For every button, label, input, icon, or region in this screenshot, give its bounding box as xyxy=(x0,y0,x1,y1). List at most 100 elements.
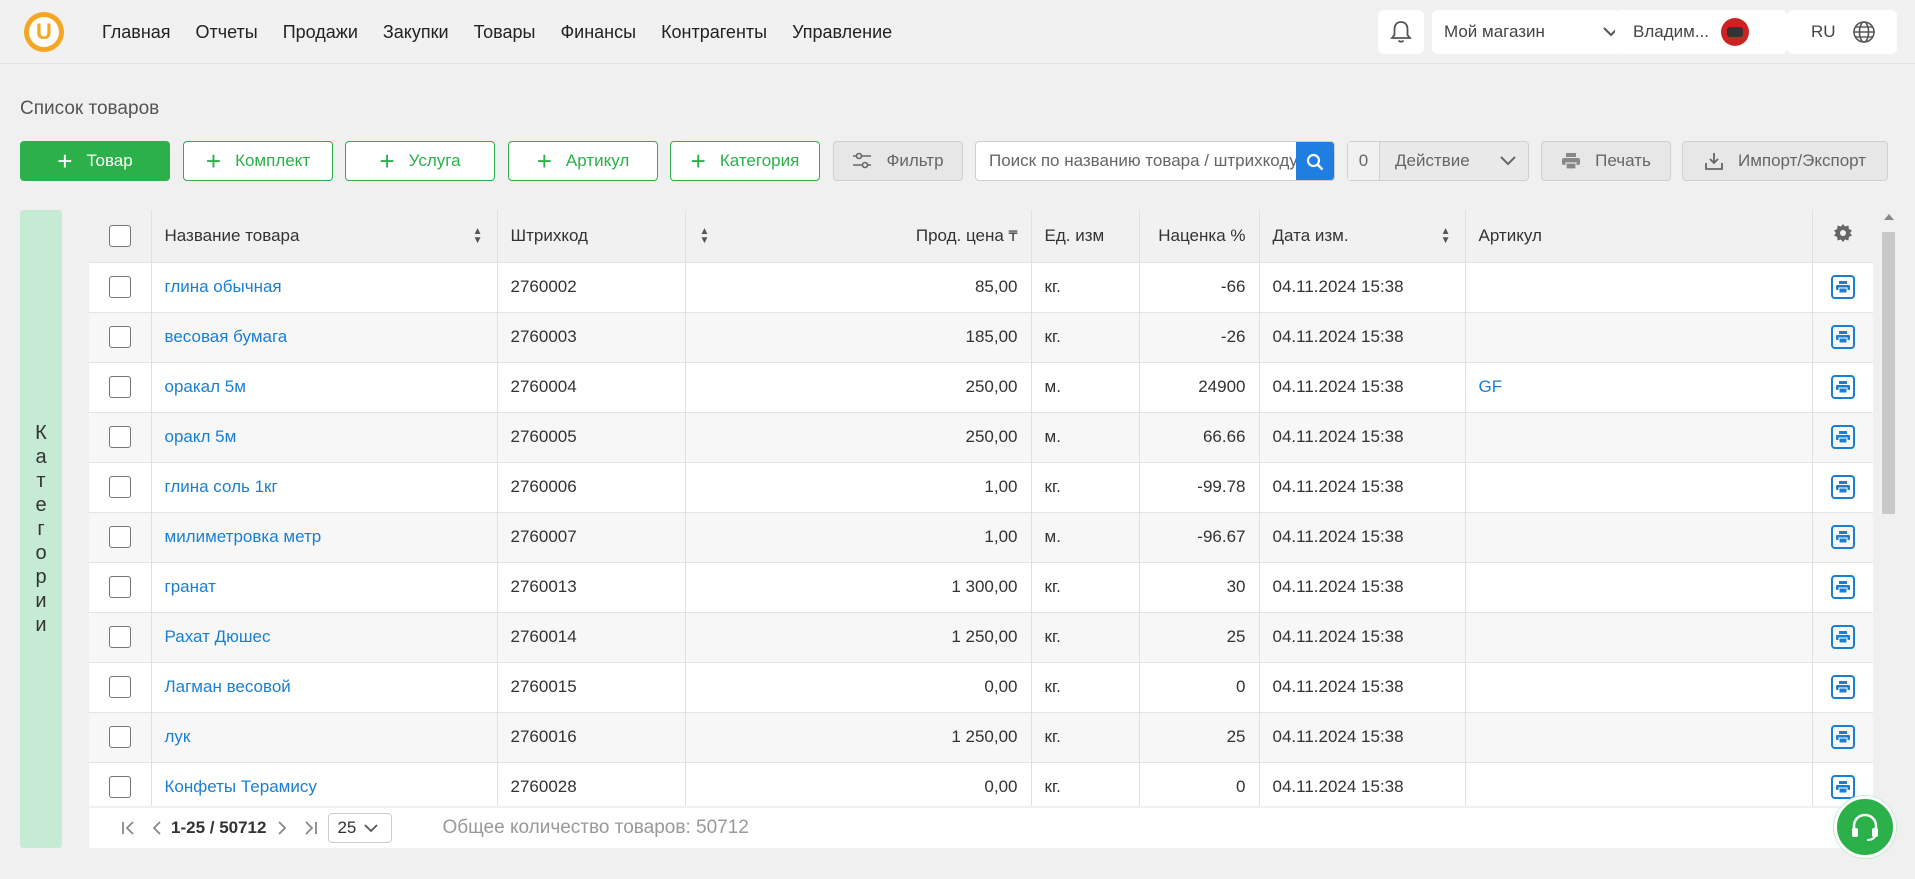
first-page-icon[interactable] xyxy=(121,820,137,836)
col-header-price[interactable]: ▲ ▼ Прод. цена ₸ xyxy=(685,210,1032,262)
row-checkbox[interactable] xyxy=(108,376,131,398)
barcode-cell: 2760004 xyxy=(497,362,686,412)
print-label-icon[interactable] xyxy=(1830,725,1855,749)
add-kit-button[interactable]: + Комплект xyxy=(183,141,333,181)
product-name-link[interactable]: глина обычная xyxy=(165,277,282,296)
download-icon xyxy=(1705,153,1723,170)
support-chat-button[interactable] xyxy=(1834,796,1896,858)
scrollbar-thumb[interactable] xyxy=(1882,232,1895,514)
sort-icon: ▲ ▼ xyxy=(472,225,483,246)
col-header-name[interactable]: Название товара ▲ ▼ xyxy=(151,210,498,262)
print-cell xyxy=(1812,462,1873,512)
scroll-up-arrow-icon[interactable] xyxy=(1884,214,1894,220)
print-label-icon[interactable] xyxy=(1830,625,1855,649)
category-label-char: и xyxy=(35,590,47,612)
search-button[interactable] xyxy=(1296,142,1334,180)
print-label-icon[interactable] xyxy=(1830,275,1855,299)
print-label-icon[interactable] xyxy=(1830,475,1855,499)
product-name-link[interactable]: глина соль 1кг xyxy=(165,477,278,496)
printer-icon xyxy=(1562,153,1581,170)
print-button[interactable]: Печать xyxy=(1541,141,1671,181)
add-service-button[interactable]: + Услуга xyxy=(345,141,495,181)
price-cell: 0,00 xyxy=(685,762,1032,806)
print-label-icon[interactable] xyxy=(1830,425,1855,449)
categories-panel-toggle[interactable]: К а т е г о р и и xyxy=(20,210,62,848)
product-name-link[interactable]: Конфеты Терамису xyxy=(165,777,317,796)
shop-selector[interactable]: Мой магазин xyxy=(1432,10,1620,54)
row-checkbox[interactable] xyxy=(108,526,131,548)
app-logo[interactable]: U xyxy=(24,12,64,52)
product-name-link[interactable]: весовая бумага xyxy=(165,327,288,346)
nav-home[interactable]: Главная xyxy=(102,22,171,43)
row-checkbox[interactable] xyxy=(108,676,131,698)
nav-management[interactable]: Управление xyxy=(792,22,892,43)
row-checkbox[interactable] xyxy=(108,576,131,598)
add-article-label: Артикул xyxy=(565,151,630,170)
filter-button[interactable]: Фильтр xyxy=(833,141,963,181)
chevron-down-icon xyxy=(364,823,379,832)
user-menu[interactable]: Владим... xyxy=(1615,10,1787,54)
nav-counterparties[interactable]: Контрагенты xyxy=(661,22,767,43)
prev-page-icon[interactable] xyxy=(151,820,163,836)
unit-cell: кг. xyxy=(1031,312,1140,362)
print-label-icon[interactable] xyxy=(1830,675,1855,699)
add-article-button[interactable]: + Артикул xyxy=(508,141,658,181)
markup-cell: 0 xyxy=(1139,762,1260,806)
table-scrollbar[interactable] xyxy=(1880,214,1898,806)
select-all-checkbox[interactable] xyxy=(108,224,131,247)
product-name-link[interactable]: Рахат Дюшес xyxy=(165,627,271,646)
nav-purchases[interactable]: Закупки xyxy=(383,22,449,43)
print-label-icon[interactable] xyxy=(1830,775,1855,800)
table-row: гранат 2760013 1 300,00 кг. 30 04.11.2024 15:… xyxy=(89,562,1873,612)
nav-sales[interactable]: Продажи xyxy=(283,22,358,43)
print-label-icon[interactable] xyxy=(1830,575,1855,599)
sort-icon: ▲ ▼ xyxy=(1440,225,1451,246)
row-checkbox[interactable] xyxy=(108,726,131,748)
page-title: Список товаров xyxy=(20,98,160,119)
bell-icon xyxy=(1390,21,1412,43)
row-checkbox[interactable] xyxy=(108,276,131,298)
product-search xyxy=(975,141,1335,181)
notifications-button[interactable] xyxy=(1378,10,1424,54)
nav-reports[interactable]: Отчеты xyxy=(196,22,258,43)
col-header-unit[interactable]: Ед. изм xyxy=(1031,210,1140,262)
add-product-button[interactable]: + Товар xyxy=(20,141,170,181)
add-category-button[interactable]: + Категория xyxy=(670,141,820,181)
col-barcode-label: Штрихкод xyxy=(510,225,588,245)
product-name-link[interactable]: лук xyxy=(165,727,191,746)
category-label-char: е xyxy=(35,494,47,516)
date-cell: 04.11.2024 15:38 xyxy=(1259,362,1466,412)
search-input[interactable] xyxy=(976,142,1296,180)
col-header-date[interactable]: Дата изм. ▲ ▼ xyxy=(1259,210,1466,262)
action-dropdown[interactable]: 0 Действие xyxy=(1347,141,1529,181)
col-header-markup[interactable]: Наценка % xyxy=(1139,210,1260,262)
nav-products[interactable]: Товары xyxy=(474,22,536,43)
last-page-icon[interactable] xyxy=(302,820,318,836)
row-checkbox[interactable] xyxy=(108,776,131,799)
row-checkbox[interactable] xyxy=(108,476,131,498)
product-name-link[interactable]: милиметровка метр xyxy=(165,527,322,546)
print-label-icon[interactable] xyxy=(1830,325,1855,349)
date-cell: 04.11.2024 15:38 xyxy=(1259,512,1466,562)
product-name-link[interactable]: гранат xyxy=(165,577,216,596)
product-name-link[interactable]: Лагман весовой xyxy=(165,677,291,696)
product-name-link[interactable]: оракал 5м xyxy=(165,377,246,396)
next-page-icon[interactable] xyxy=(276,820,288,836)
article-link[interactable]: GF xyxy=(1479,377,1503,396)
barcode-cell: 2760003 xyxy=(497,312,686,362)
unit-cell: кг. xyxy=(1031,762,1140,806)
print-label-icon[interactable] xyxy=(1830,525,1855,549)
language-selector[interactable]: RU xyxy=(1787,10,1897,54)
page-size-select[interactable]: 25 xyxy=(328,813,393,843)
product-name-link[interactable]: оракл 5м xyxy=(165,427,237,446)
gear-icon[interactable] xyxy=(1833,223,1853,243)
print-label-icon[interactable] xyxy=(1830,375,1855,399)
col-header-barcode[interactable]: Штрихкод xyxy=(497,210,686,262)
col-header-article[interactable]: Артикул xyxy=(1465,210,1813,262)
row-checkbox[interactable] xyxy=(108,426,131,448)
nav-finance[interactable]: Финансы xyxy=(560,22,636,43)
row-checkbox[interactable] xyxy=(108,626,131,648)
row-checkbox[interactable] xyxy=(108,326,131,348)
import-export-button[interactable]: Импорт/Экспорт xyxy=(1682,141,1888,181)
date-cell: 04.11.2024 15:38 xyxy=(1259,712,1466,762)
